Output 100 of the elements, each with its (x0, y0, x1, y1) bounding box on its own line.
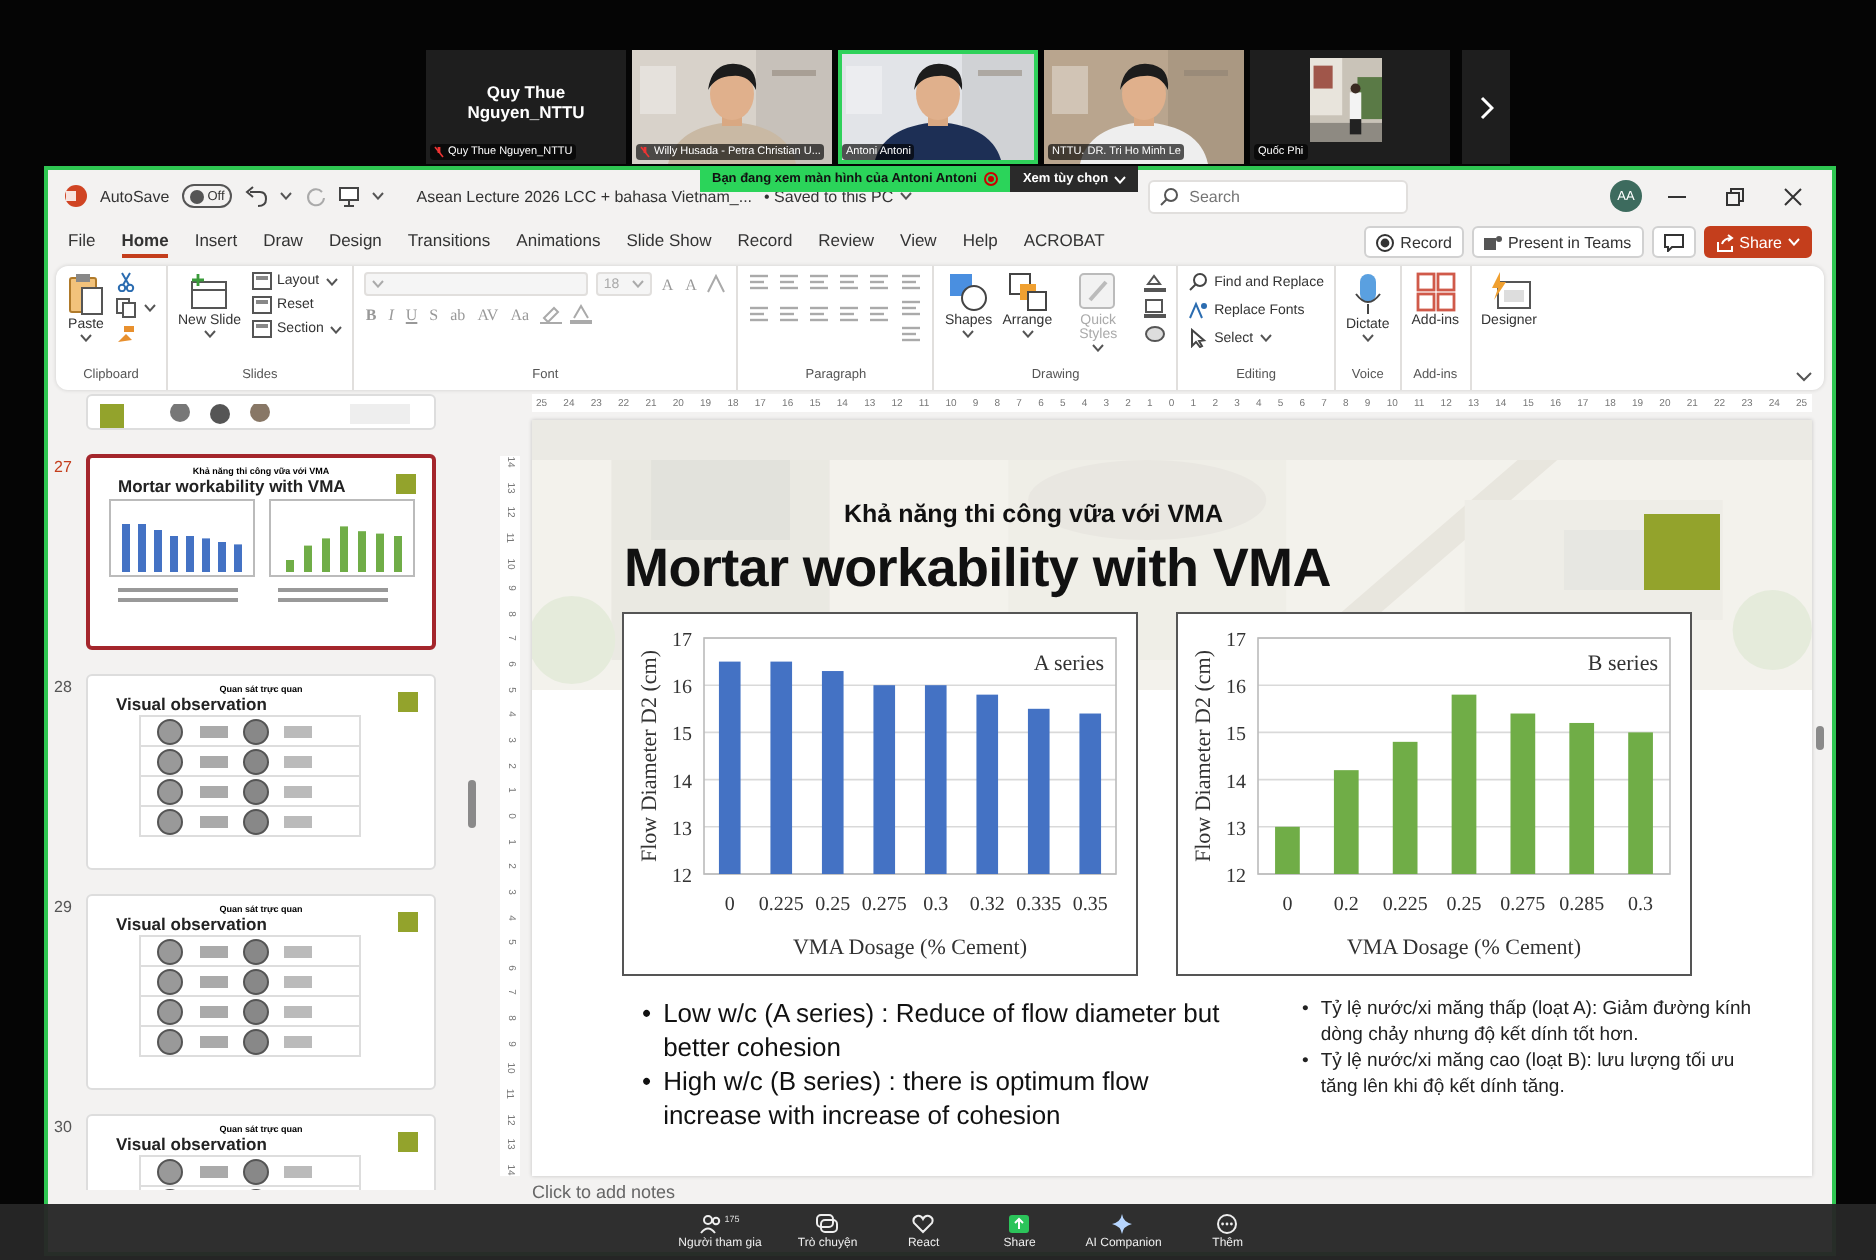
axis-tick-label: 0 (1282, 894, 1293, 916)
ribbon-tab[interactable]: Review (818, 226, 875, 258)
bullet-marker: • (642, 996, 652, 1032)
axis-tick-label: 0.32 (969, 894, 1005, 916)
axis-tick-label: 16 (1226, 677, 1246, 700)
format-painter-icon (116, 324, 136, 344)
layout-icon (251, 272, 272, 290)
share-screen-icon (1008, 1214, 1031, 1234)
new-slide-icon (189, 272, 230, 312)
ribbon-tab[interactable]: ACROBAT (1023, 226, 1105, 258)
axis-tick-label: 0.35 (1072, 894, 1108, 916)
caret-icon (329, 325, 342, 333)
caret-icon (1259, 334, 1272, 342)
caret-icon (631, 280, 644, 288)
clipboard-icon (66, 272, 106, 316)
ribbon-tab[interactable]: Slide Show (626, 226, 712, 258)
share-icon (1715, 233, 1734, 251)
teams-icon (1483, 233, 1502, 251)
present-in-teams-button[interactable]: Present in Teams (1471, 226, 1644, 258)
axis-tick-label: 0.225 (1382, 894, 1428, 916)
ribbon-tab[interactable]: Draw (263, 226, 303, 258)
ribbon-tab[interactable]: Design (328, 226, 382, 258)
caret-icon (144, 304, 156, 312)
ribbon-tab[interactable]: Insert (194, 226, 238, 258)
slide-number: 30 (54, 1118, 72, 1136)
record-icon (1376, 233, 1395, 251)
search-icon (1188, 272, 1209, 292)
ribbon-tab[interactable]: Home (121, 226, 169, 258)
bullet-marker: • (642, 1064, 652, 1100)
align-center-icon (778, 304, 801, 324)
axis-tick-label: 17 (672, 630, 692, 652)
bullet-text: Tỷ lệ nước/xi măng thấp (loạt A): Giảm đường kính dòng chảy nhưng độ kết dính tốt hơn. (1320, 996, 1752, 1048)
indent-icon (808, 272, 831, 292)
accent-square (398, 1132, 418, 1152)
designer-icon (1487, 272, 1531, 312)
record-icon (984, 172, 999, 186)
align-right-icon (808, 304, 831, 324)
redo-icon (304, 185, 327, 207)
axis-tick-label: 14 (1226, 771, 1246, 794)
expand-icon (1796, 372, 1812, 382)
align-text-icon (900, 298, 923, 318)
slide-number: 28 (54, 678, 72, 696)
record-button[interactable]: Record (1364, 226, 1464, 258)
caret-icon (80, 334, 92, 342)
comments-button[interactable] (1651, 226, 1696, 258)
notes-placeholder[interactable]: Click to add notes (532, 1182, 676, 1202)
caret-icon (371, 280, 384, 288)
search-field[interactable]: Search (1147, 179, 1408, 213)
axis-tick-label: 0.335 (1016, 894, 1062, 916)
axis-tick-label: 0.285 (1559, 894, 1605, 916)
axis-tick-label: 14 (672, 771, 692, 794)
axis-tick-label: 0.275 (1500, 894, 1546, 916)
numbering-icon (778, 272, 801, 292)
people-icon (700, 1214, 723, 1234)
caret-icon (1021, 330, 1034, 338)
reset-icon (251, 296, 272, 314)
slide-title: Mortar workability with VMA (624, 538, 1331, 600)
ribbon-tab[interactable]: Animations (516, 226, 601, 258)
sparkle-icon (1112, 1214, 1135, 1234)
chart-title: B series (1587, 652, 1658, 676)
shapes-icon (948, 272, 989, 312)
ribbon-tab[interactable]: Record (737, 226, 793, 258)
axis-tick-label: 15 (1226, 724, 1246, 747)
accent-square (398, 912, 418, 932)
caret-icon (372, 192, 385, 200)
ribbon-tab[interactable]: View (900, 226, 937, 258)
axis-tick-label: 12 (1226, 866, 1246, 888)
font-color-icon (569, 304, 592, 324)
axis-tick-label: 15 (672, 724, 692, 747)
chart-bar (1275, 826, 1300, 874)
slide-number: 29 (54, 898, 72, 916)
caret-icon (899, 192, 912, 200)
ribbon-tab[interactable]: File (68, 226, 96, 258)
share-button[interactable]: Share (1703, 226, 1812, 258)
thumbnail-title: Visual observation (116, 694, 267, 714)
axis-tick-label: 0.25 (1446, 894, 1482, 916)
text-direction-icon (900, 272, 923, 292)
chevron-right-icon (1479, 95, 1493, 119)
ribbon-tab[interactable]: Transitions (407, 226, 491, 258)
slide-subtitle: Khả năng thi công vữa với VMA (844, 500, 1225, 528)
caret-icon (1114, 175, 1127, 183)
highlighter-icon (539, 304, 562, 324)
clear-formatting-icon (706, 274, 727, 294)
axis-label: Flow Diameter D2 (cm) (1192, 650, 1216, 862)
axis-tick-label: 13 (672, 818, 692, 841)
bullet-text: Tỷ lệ nước/xi măng cao (loạt B): lưu lượng tối ưu tăng lên khi độ kết dính tăng. (1320, 1048, 1737, 1100)
ribbon-tab[interactable]: Help (962, 226, 998, 258)
section-icon (251, 320, 272, 338)
cursor-icon (1188, 328, 1209, 348)
caret-icon (325, 277, 338, 285)
axis-tick-label: 17 (1226, 630, 1246, 652)
axis-tick-label: 0.25 (815, 894, 851, 916)
caret-icon (1788, 238, 1800, 246)
slide-number: 27 (54, 458, 72, 476)
columns-icon (868, 304, 891, 324)
comment-icon (1663, 233, 1684, 251)
shape-fill-icon (1144, 272, 1167, 292)
heart-icon (912, 1214, 935, 1234)
axis-tick-label: 12 (672, 866, 692, 888)
slide-thumbnail[interactable] (86, 394, 436, 430)
